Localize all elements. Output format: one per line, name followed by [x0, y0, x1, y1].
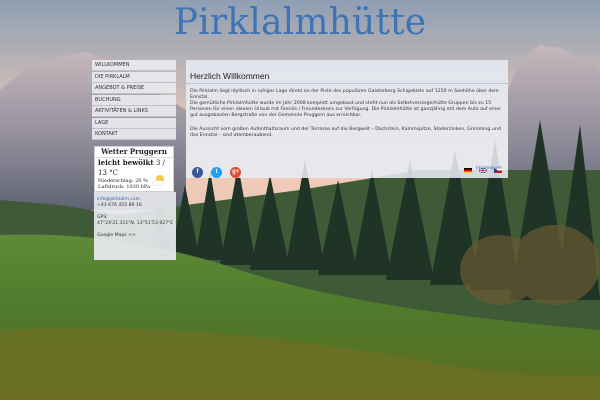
description-paragraph: Die gemütliche Pirklalmhütte wurde im Ja… [190, 101, 502, 118]
weather-title: Wetter Pruggern [95, 147, 173, 158]
view-paragraph: Die Aussicht vom großen Aufenthaltsraum … [190, 127, 501, 138]
nav-item-die-pirklalm[interactable]: DIE PIRKLALM [92, 71, 176, 83]
facebook-icon[interactable]: f [192, 167, 203, 178]
impressum-link[interactable]: Impressum [476, 166, 502, 171]
nav-item-lage[interactable]: LAGE [92, 117, 176, 129]
nav-item-aktivitaeten-links[interactable]: AKTIVITÄTEN & LINKS [92, 106, 176, 117]
partly-cloudy-sun-icon [151, 175, 165, 186]
nav-item-angebot-preise[interactable]: ANGEBOT & PREISE [92, 83, 176, 94]
nav-item-willkommen[interactable]: WILLKOMMEN [92, 60, 176, 71]
social-links: f t g+ [192, 158, 244, 178]
page-title: Herzlich Willkommen [190, 71, 270, 81]
google-maps-link[interactable]: Google Maps >> [97, 233, 176, 239]
german-flag-icon[interactable] [463, 168, 472, 173]
site-title: Pirklalmhütte [173, 2, 427, 43]
main-nav: WILLKOMMEN DIE PIRKLALM ANGEBOT & PREISE… [92, 60, 176, 140]
intro-paragraph: Die Pirklalm liegt idyllisch in ruhiger … [190, 89, 499, 100]
weather-condition: leicht bewölkt [98, 158, 154, 167]
googleplus-icon[interactable]: g+ [230, 167, 242, 178]
sidebar: WILLKOMMEN DIE PIRKLALM ANGEBOT & PREISE… [92, 60, 176, 260]
weather-widget[interactable]: Wetter Pruggern leicht bewölkt 3 / 13 °C… [94, 146, 174, 192]
nav-item-buchung[interactable]: BUCHUNG [92, 94, 176, 106]
title-divider [186, 83, 508, 84]
contact-box: info@pirklalm.com +43 676 455 89 16 GPS:… [94, 192, 176, 260]
content-panel: Herzlich Willkommen Die Pirklalm liegt i… [186, 60, 508, 178]
twitter-icon[interactable]: t [211, 167, 223, 178]
nav-item-kontakt[interactable]: KONTAKT [92, 129, 176, 140]
gps-coordinates: 47°24'21.311"N, 13°51'53.927"E [97, 221, 174, 226]
